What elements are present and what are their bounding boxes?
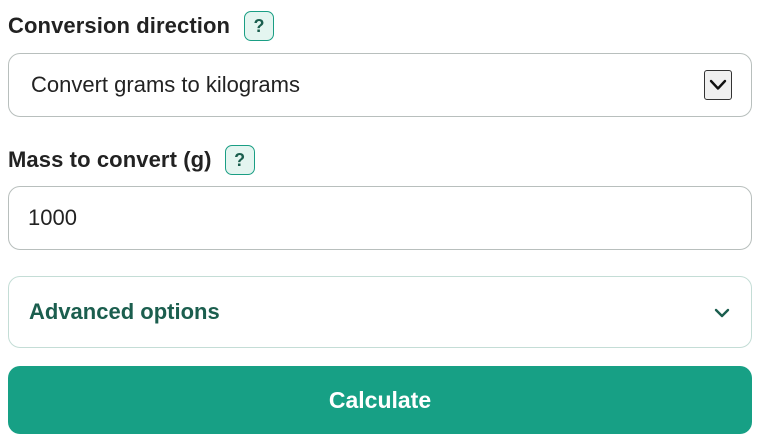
calculate-button[interactable]: Calculate (8, 366, 752, 434)
conversion-direction-label-row: Conversion direction ? (8, 9, 275, 43)
conversion-direction-help-button[interactable]: ? (244, 11, 275, 41)
mass-to-convert-label: Mass to convert (g) (8, 147, 212, 172)
chevron-down-icon (714, 308, 730, 318)
mass-to-convert-input[interactable] (8, 186, 752, 250)
chevron-down-icon[interactable] (704, 70, 732, 100)
conversion-direction-select[interactable]: Convert grams to kilograms (8, 53, 752, 117)
advanced-options-toggle[interactable]: Advanced options (8, 276, 752, 348)
mass-label-row: Mass to convert (g) ? (8, 143, 255, 177)
conversion-direction-selected-value: Convert grams to kilograms (31, 72, 300, 97)
advanced-options-label: Advanced options (29, 299, 220, 324)
conversion-direction-label: Conversion direction (8, 13, 231, 38)
select-arrow-glyph (709, 79, 727, 90)
mass-help-button[interactable]: ? (224, 145, 255, 175)
